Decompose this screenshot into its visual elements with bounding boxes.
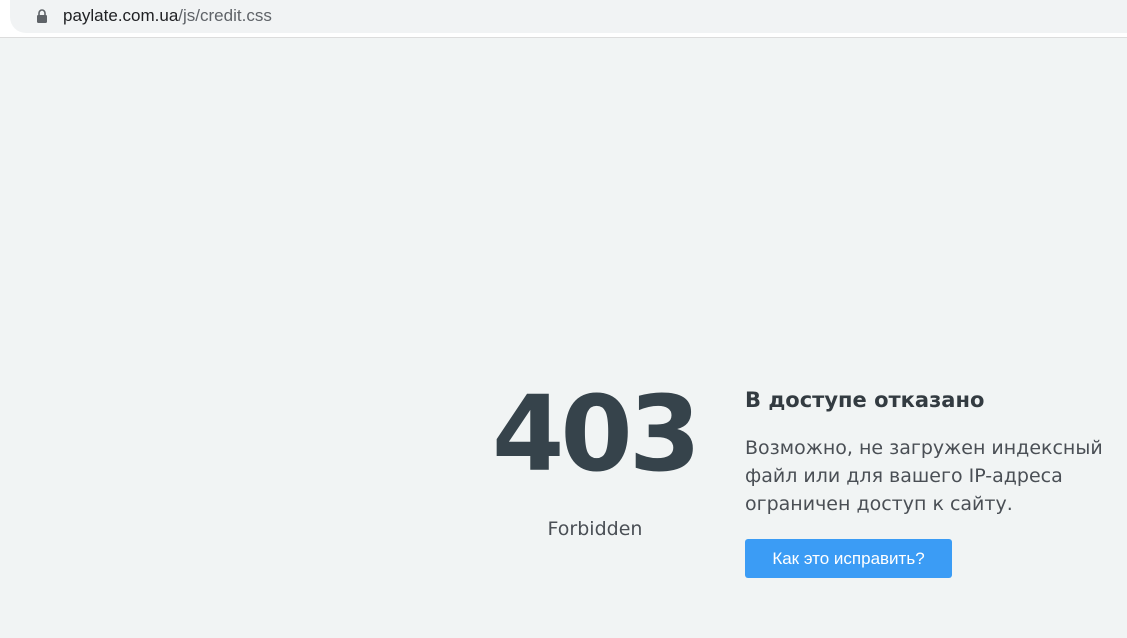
description-line: файл или для вашего IP-адреса bbox=[745, 465, 1063, 487]
address-bar[interactable]: paylate.com.ua/js/credit.css bbox=[10, 0, 1127, 33]
error-code-text: Forbidden bbox=[547, 518, 643, 540]
url-text[interactable]: paylate.com.ua/js/credit.css bbox=[63, 6, 272, 26]
error-message: В доступе отказано Возможно, не загружен… bbox=[745, 386, 1115, 518]
lock-icon[interactable] bbox=[36, 9, 48, 23]
url-host: paylate.com.ua bbox=[63, 6, 179, 25]
description-line: ограничен доступ к сайту. bbox=[745, 493, 1013, 515]
error-title: В доступе отказано bbox=[745, 388, 985, 412]
error-description: Возможно, не загружен индексный файл или … bbox=[745, 434, 1105, 518]
error-code: 403 bbox=[492, 373, 701, 495]
url-path: /js/credit.css bbox=[178, 6, 272, 25]
error-page: 403 Forbidden В доступе отказано Возможн… bbox=[0, 39, 1127, 638]
description-line: Возможно, не загружен индексный bbox=[745, 437, 1103, 459]
how-to-fix-button[interactable]: Как это исправить? bbox=[745, 539, 952, 578]
browser-toolbar: paylate.com.ua/js/credit.css bbox=[0, 0, 1127, 38]
